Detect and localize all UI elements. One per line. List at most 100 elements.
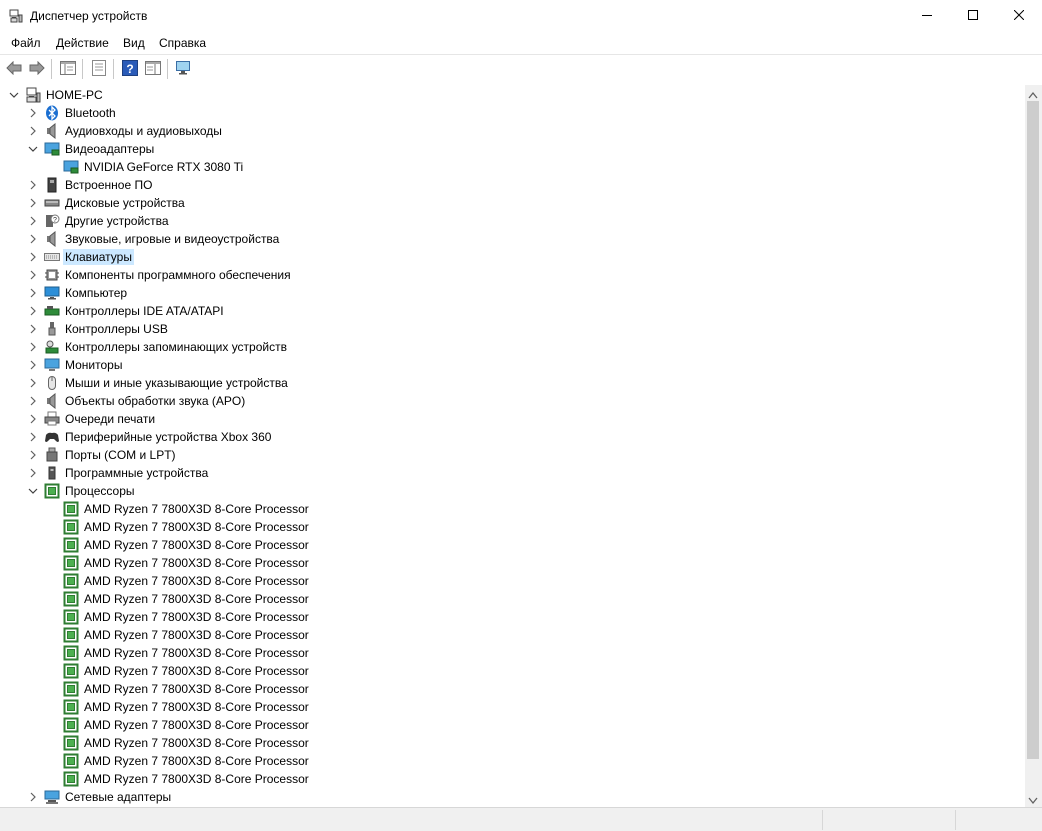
display-adapter-icon	[44, 141, 60, 157]
tree-device[interactable]: AMD Ryzen 7 7800X3D 8-Core Processor	[0, 608, 1025, 626]
device-tree[interactable]: HOME-PC Bluetooth Аудиовходы и аудиовыходы…	[0, 85, 1025, 807]
chevron-right-icon[interactable]	[28, 234, 38, 244]
chevron-down-icon[interactable]	[28, 486, 38, 496]
chevron-down-icon[interactable]	[28, 144, 38, 154]
chevron-right-icon[interactable]	[28, 216, 38, 226]
menu-view[interactable]: Вид	[123, 36, 145, 50]
tree-category[interactable]: Периферийные устройства Xbox 360	[0, 428, 1025, 446]
tree-device[interactable]: AMD Ryzen 7 7800X3D 8-Core Processor	[0, 554, 1025, 572]
tree-category[interactable]: Компьютер	[0, 284, 1025, 302]
scroll-up-icon[interactable]	[1028, 88, 1038, 102]
tree-device[interactable]: AMD Ryzen 7 7800X3D 8-Core Processor	[0, 590, 1025, 608]
tree-item-label: AMD Ryzen 7 7800X3D 8-Core Processor	[84, 520, 309, 534]
tree-category[interactable]: Звуковые, игровые и видеоустройства	[0, 230, 1025, 248]
help-button[interactable]: ?	[121, 59, 139, 79]
tree-device[interactable]: NVIDIA GeForce RTX 3080 Ti	[0, 158, 1025, 176]
cpu-icon	[63, 699, 79, 715]
chevron-right-icon[interactable]	[28, 324, 38, 334]
tree-device[interactable]: AMD Ryzen 7 7800X3D 8-Core Processor	[0, 716, 1025, 734]
properties-button[interactable]	[90, 59, 108, 78]
minimize-button[interactable]	[904, 0, 950, 32]
menu-help[interactable]: Справка	[159, 36, 206, 50]
menu-action[interactable]: Действие	[56, 36, 109, 50]
action-pane-button[interactable]	[144, 60, 162, 78]
tree-category[interactable]: Bluetooth	[0, 104, 1025, 122]
menu-file[interactable]: Файл	[11, 36, 41, 50]
tree-device[interactable]: AMD Ryzen 7 7800X3D 8-Core Processor	[0, 644, 1025, 662]
tree-device[interactable]: AMD Ryzen 7 7800X3D 8-Core Processor	[0, 572, 1025, 590]
software-component-icon	[44, 267, 60, 283]
usb-icon	[44, 321, 60, 337]
chevron-right-icon[interactable]	[28, 198, 38, 208]
chevron-right-icon[interactable]	[28, 414, 38, 424]
tree-root[interactable]: HOME-PC	[0, 86, 1025, 104]
chevron-right-icon[interactable]	[28, 432, 38, 442]
tree-device[interactable]: AMD Ryzen 7 7800X3D 8-Core Processor	[0, 680, 1025, 698]
maximize-button[interactable]	[950, 0, 996, 32]
chevron-right-icon[interactable]	[28, 108, 38, 118]
scroll-down-icon[interactable]	[1028, 794, 1038, 808]
chevron-right-icon[interactable]	[28, 306, 38, 316]
disk-drive-icon	[44, 195, 60, 211]
tree-category[interactable]: Мыши и иные указывающие устройства	[0, 374, 1025, 392]
back-button[interactable]	[5, 60, 23, 78]
tree-device[interactable]: AMD Ryzen 7 7800X3D 8-Core Processor	[0, 698, 1025, 716]
tree-device[interactable]: AMD Ryzen 7 7800X3D 8-Core Processor	[0, 536, 1025, 554]
chevron-right-icon[interactable]	[28, 792, 38, 802]
scrollbar-thumb[interactable]	[1027, 101, 1039, 759]
cpu-icon	[63, 735, 79, 751]
tree-category[interactable]: Очереди печати	[0, 410, 1025, 428]
chevron-down-icon[interactable]	[9, 90, 19, 100]
cpu-icon	[63, 609, 79, 625]
tree-category[interactable]: Компоненты программного обеспечения	[0, 266, 1025, 284]
vertical-scrollbar[interactable]	[1025, 85, 1042, 807]
forward-button[interactable]	[28, 60, 46, 78]
tree-category[interactable]: Мониторы	[0, 356, 1025, 374]
chevron-right-icon[interactable]	[28, 342, 38, 352]
help-icon: ?	[122, 59, 138, 79]
chevron-right-icon[interactable]	[28, 468, 38, 478]
svg-text:?: ?	[126, 62, 133, 76]
tree-device[interactable]: AMD Ryzen 7 7800X3D 8-Core Processor	[0, 662, 1025, 680]
tree-device[interactable]: AMD Ryzen 7 7800X3D 8-Core Processor	[0, 626, 1025, 644]
chevron-right-icon[interactable]	[28, 126, 38, 136]
tree-category[interactable]: Контроллеры запоминающих устройств	[0, 338, 1025, 356]
tree-category[interactable]: Аудиовходы и аудиовыходы	[0, 122, 1025, 140]
chevron-right-icon[interactable]	[28, 270, 38, 280]
chevron-right-icon[interactable]	[28, 180, 38, 190]
tree-device[interactable]: AMD Ryzen 7 7800X3D 8-Core Processor	[0, 752, 1025, 770]
tree-item-label: AMD Ryzen 7 7800X3D 8-Core Processor	[84, 646, 309, 660]
tree-category[interactable]: Порты (COM и LPT)	[0, 446, 1025, 464]
tree-category[interactable]: Видеоадаптеры	[0, 140, 1025, 158]
chevron-right-icon[interactable]	[28, 288, 38, 298]
tree-category[interactable]: ? Другие устройства	[0, 212, 1025, 230]
chevron-right-icon[interactable]	[28, 396, 38, 406]
tree-category[interactable]: Программные устройства	[0, 464, 1025, 482]
chevron-right-icon[interactable]	[28, 360, 38, 370]
tree-device[interactable]: AMD Ryzen 7 7800X3D 8-Core Processor	[0, 518, 1025, 536]
tree-item-label: Контроллеры IDE ATA/ATAPI	[65, 304, 224, 318]
tree-item-label: AMD Ryzen 7 7800X3D 8-Core Processor	[84, 772, 309, 786]
tree-item-label: AMD Ryzen 7 7800X3D 8-Core Processor	[84, 556, 309, 570]
tree-category[interactable]: Дисковые устройства	[0, 194, 1025, 212]
scan-hardware-button[interactable]	[175, 60, 193, 78]
tree-item-label: Аудиовходы и аудиовыходы	[65, 124, 222, 138]
tree-device[interactable]: AMD Ryzen 7 7800X3D 8-Core Processor	[0, 770, 1025, 788]
tree-category[interactable]: Контроллеры USB	[0, 320, 1025, 338]
tree-device[interactable]: AMD Ryzen 7 7800X3D 8-Core Processor	[0, 734, 1025, 752]
close-button[interactable]	[996, 0, 1042, 32]
tree-category[interactable]: Сетевые адаптеры	[0, 788, 1025, 806]
tree-category[interactable]: Клавиатуры	[0, 248, 1025, 266]
tree-item-label: HOME-PC	[46, 88, 103, 102]
tree-category[interactable]: Объекты обработки звука (APO)	[0, 392, 1025, 410]
toolbar-separator	[51, 59, 52, 79]
chevron-right-icon[interactable]	[28, 378, 38, 388]
chevron-right-icon[interactable]	[28, 450, 38, 460]
tree-category[interactable]: Встроенное ПО	[0, 176, 1025, 194]
tree-category[interactable]: Контроллеры IDE ATA/ATAPI	[0, 302, 1025, 320]
tree-category[interactable]: Процессоры	[0, 482, 1025, 500]
tree-item-label: Компьютер	[65, 286, 128, 300]
tree-device[interactable]: AMD Ryzen 7 7800X3D 8-Core Processor	[0, 500, 1025, 518]
console-tree-button[interactable]	[59, 60, 77, 78]
chevron-right-icon[interactable]	[28, 252, 38, 262]
